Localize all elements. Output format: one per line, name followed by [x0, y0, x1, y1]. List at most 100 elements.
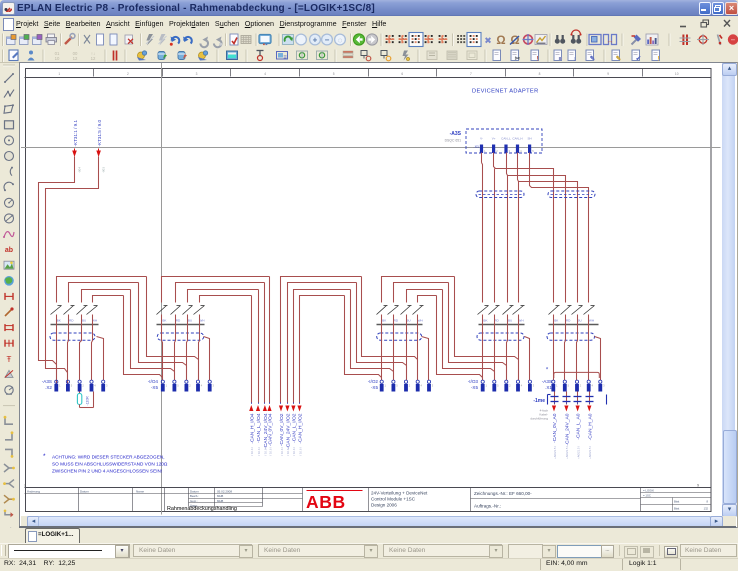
svg-text:/ 10.6 /: / 10.6 /: [286, 447, 290, 456]
svg-text:-CAN_24V_A0: -CAN_24V_A0: [564, 413, 570, 445]
svg-text:Datum: Datum: [190, 489, 199, 493]
svg-text:Name: Name: [136, 489, 144, 493]
svg-text:-CAN_L_A0: -CAN_L_A0: [576, 413, 582, 439]
svg-text:+: +: [313, 35, 318, 44]
svg-text:RD: RD: [394, 319, 399, 323]
svg-text:10: 10: [675, 72, 679, 76]
svg-text:+A0/21.5 /: +A0/21.5 /: [588, 446, 592, 459]
svg-text:12: 12: [91, 56, 96, 61]
svg-text:BU: BU: [577, 319, 581, 323]
svg-text:Gepr.:: Gepr.:: [190, 499, 198, 503]
svg-text:DEVICENET ADAPTER: DEVICENET ADAPTER: [472, 89, 539, 95]
svg-text:CAN_H: CAN_H: [512, 137, 522, 141]
svg-text:24V-Verteilung + DeviceNet: 24V-Verteilung + DeviceNet: [371, 490, 428, 495]
svg-text:1: 1: [58, 72, 60, 76]
svg-text:ACHTUNG: WIRD DIESER STECKER A: ACHTUNG: WIRD DIESER STECKER ABGEZOGEN,: [52, 455, 165, 460]
svg-text:-CAN_0V_I/O2: -CAN_0V_I/O2: [279, 413, 285, 446]
svg-text:Design 2006: Design 2006: [371, 502, 397, 507]
svg-text:SH: SH: [528, 137, 532, 141]
svg-text:-A3S: -A3S: [450, 131, 462, 137]
svg-text:+A0/21.5 /: +A0/21.5 /: [553, 446, 557, 459]
svg-text:CAN_L: CAN_L: [501, 137, 511, 141]
svg-text:/ 10.6 /: / 10.6 /: [257, 447, 261, 456]
svg-text:Auftrags.-Nr.:: Auftrags.-Nr.:: [474, 504, 501, 509]
svg-text:-CAN_L_I/O2: -CAN_L_I/O2: [291, 413, 297, 443]
svg-text:.X2: .X2: [45, 385, 52, 390]
svg-text:↔: ↔: [607, 38, 614, 45]
svg-text:✖: ✖: [484, 36, 492, 46]
svg-text:BU: BU: [82, 319, 86, 323]
svg-text:DSQC 651: DSQC 651: [445, 139, 462, 143]
svg-text:MHB: MHB: [217, 494, 223, 498]
svg-text:/ 10.6 /: / 10.6 /: [298, 447, 302, 456]
svg-text:4: 4: [264, 72, 266, 76]
svg-text:-CAN_L_I/O4: -CAN_L_I/O4: [256, 413, 262, 443]
svg-text:-I/O3: -I/O3: [468, 379, 479, 384]
svg-text:ZWISCHEN PIN 2 UND 4 ANGESCHLO: ZWISCHEN PIN 2 UND 4 ANGESCHLOSSEN SEIN!: [52, 469, 162, 474]
svg-text:BU: BU: [508, 319, 512, 323]
svg-text:132: 132: [704, 507, 709, 511]
svg-text:-CAN_0V_A0: -CAN_0V_A0: [552, 413, 558, 443]
svg-text:9: 9: [607, 72, 609, 76]
svg-text:+A0/21.5 /: +A0/21.5 /: [576, 446, 580, 459]
svg-text:7: 7: [24, 484, 26, 488]
svg-text:Control Module +1SC: Control Module +1SC: [371, 496, 416, 501]
svg-text:✕: ✕: [127, 37, 135, 47]
svg-text:Änderung: Änderung: [27, 489, 40, 493]
svg-text:durchführung: durchführung: [530, 417, 548, 421]
svg-text:-CAN_0V_I/O4: -CAN_0V_I/O4: [268, 413, 274, 446]
svg-text:-I/O2: -I/O2: [368, 379, 379, 384]
svg-text:ABB: ABB: [306, 492, 346, 512]
svg-text:Zeichnungs.-Nr.: EF 660,00-: Zeichnungs.-Nr.: EF 660,00-: [474, 491, 532, 496]
svg-text:-X1: -X1: [473, 145, 479, 149]
svg-text:BU: BU: [188, 319, 192, 323]
svg-text:9: 9: [697, 484, 699, 488]
svg-text:Bearb.:: Bearb.:: [190, 494, 199, 498]
svg-text:-X5: -X5: [371, 385, 379, 390]
svg-text:-A3S: -A3S: [42, 379, 52, 384]
svg-text:-CAN_H_I/O4: -CAN_H_I/O4: [249, 413, 255, 443]
svg-text:−: −: [325, 35, 330, 44]
svg-text:≡: ≡: [283, 55, 287, 61]
svg-text:-CAN_H_A0: -CAN_H_A0: [587, 413, 593, 440]
svg-text:/ 10.6 /: / 10.6 /: [292, 447, 296, 456]
svg-text:-KT31:1 / 9.1: -KT31:1 / 9.1: [73, 119, 78, 146]
svg-text:/ 10.6 /: / 10.6 /: [250, 447, 254, 456]
svg-text:MHB: MHB: [217, 499, 223, 503]
svg-text:-904: -904: [77, 167, 81, 173]
svg-text:-903: -903: [101, 167, 105, 173]
svg-text:RD: RD: [566, 319, 571, 323]
svg-text:-CAN_24V_I/O2: -CAN_24V_I/O2: [285, 413, 291, 449]
svg-text:05.02.2008: 05.02.2008: [217, 489, 232, 493]
svg-text:Blatt: Blatt: [674, 500, 679, 504]
svg-text:Datum: Datum: [80, 489, 89, 493]
svg-text:5: 5: [333, 72, 335, 76]
svg-text:WH: WH: [589, 319, 594, 323]
svg-text:8: 8: [539, 72, 541, 76]
svg-text:WH: WH: [199, 319, 204, 323]
svg-text:WH: WH: [418, 319, 423, 323]
svg-text:-X5: -X5: [151, 385, 159, 390]
svg-text:Ŧ: Ŧ: [7, 355, 12, 364]
svg-text:‒: ‒: [730, 37, 735, 44]
svg-text:RD: RD: [69, 319, 74, 323]
svg-text:3: 3: [196, 72, 198, 76]
svg-text:-1me: -1me: [533, 398, 545, 404]
svg-text:-A3S: -A3S: [542, 379, 552, 384]
svg-text:Ω: Ω: [496, 35, 505, 47]
svg-text:= LOGIK: = LOGIK: [643, 489, 654, 493]
svg-text:ab: ab: [5, 247, 13, 254]
svg-text:/ 10.6 /: / 10.6 /: [264, 447, 268, 456]
svg-text:7: 7: [470, 72, 472, 76]
svg-text:/ 10.6 /: / 10.6 /: [268, 447, 272, 456]
svg-text:-120R: -120R: [86, 396, 90, 406]
svg-text:Blatt: Blatt: [674, 507, 679, 511]
svg-text:-X5: -X5: [471, 385, 479, 390]
svg-text:V-: V-: [480, 137, 483, 141]
svg-text:WH: WH: [518, 319, 523, 323]
svg-text:-KT31:5 / 9.0: -KT31:5 / 9.0: [97, 119, 102, 146]
svg-text:.X1: .X1: [545, 385, 552, 390]
svg-text:= 1SC: = 1SC: [643, 494, 651, 498]
svg-text:SO MUSS EIN ABSCHLUSSWIDERSTAN: SO MUSS EIN ABSCHLUSSWIDERSTAND VON 120Ω: [52, 462, 168, 467]
svg-text:RD: RD: [176, 319, 181, 323]
